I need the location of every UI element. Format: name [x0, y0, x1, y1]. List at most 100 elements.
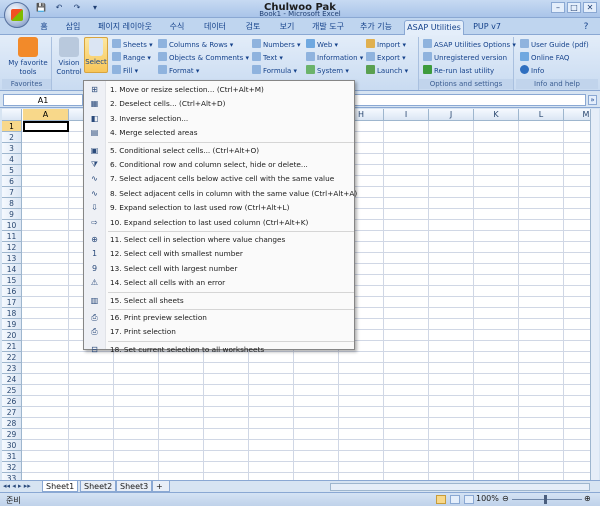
row-header-3[interactable]: 3 [2, 143, 22, 154]
row-header-4[interactable]: 4 [2, 154, 22, 165]
row-header-23[interactable]: 23 [2, 363, 22, 374]
objects-comments-menu[interactable]: Objects & Comments ▾ [158, 52, 249, 63]
columns-rows-menu[interactable]: Columns & Rows ▾ [158, 39, 233, 50]
text-menu[interactable]: Text ▾ [252, 52, 283, 63]
vision-control-button[interactable]: Vision Control [55, 37, 83, 77]
select-button[interactable]: Select [84, 37, 108, 73]
menu-item-4[interactable]: ▤ 4. Merge selected areas [84, 126, 354, 140]
page-layout-view-icon[interactable] [450, 495, 460, 504]
menu-item-7[interactable]: ∿ 7. Select adjacent cells below active c… [84, 172, 354, 186]
zoom-slider[interactable] [512, 499, 582, 500]
row-header-12[interactable]: 12 [2, 242, 22, 253]
insert-sheet-icon[interactable]: + [152, 481, 170, 492]
menu-item-2[interactable]: ▦ 2. Deselect cells... (Ctrl+Alt+D) [84, 97, 354, 111]
sheets-menu[interactable]: Sheets ▾ [112, 39, 153, 50]
column-header-k[interactable]: K [474, 109, 519, 121]
column-header-l[interactable]: L [519, 109, 564, 121]
column-header-a[interactable]: A [23, 109, 69, 121]
tab-insert[interactable]: 삽입 [60, 20, 86, 35]
import-menu[interactable]: Import ▾ [366, 39, 406, 50]
horizontal-scrollbar[interactable] [330, 483, 590, 491]
tab-addins[interactable]: 추가 기능 [356, 20, 396, 35]
expand-formula-icon[interactable]: » [588, 95, 597, 105]
rerun-last-utility-button[interactable]: Re-run last utility [423, 65, 494, 76]
user-guide-button[interactable]: User Guide (pdf) [520, 39, 589, 50]
web-menu[interactable]: Web ▾ [306, 39, 338, 50]
tab-view[interactable]: 보기 [274, 20, 300, 35]
menu-item-11[interactable]: ⊕ 11. Select cell in selection where valu… [84, 233, 354, 247]
menu-item-18[interactable]: ⊟ 18. Set current selection to all worksh… [84, 343, 354, 357]
name-box[interactable]: A1 [3, 94, 83, 106]
tab-pup[interactable]: PUP v7 [470, 20, 504, 35]
column-header-m[interactable]: M [564, 109, 590, 121]
menu-item-1[interactable]: ⊞ 1. Move or resize selection... (Ctrl+Al… [84, 83, 354, 97]
row-header-8[interactable]: 8 [2, 198, 22, 209]
row-header-11[interactable]: 11 [2, 231, 22, 242]
row-header-10[interactable]: 10 [2, 220, 22, 231]
help-icon[interactable]: ? [580, 20, 592, 35]
row-header-21[interactable]: 21 [2, 341, 22, 352]
system-menu[interactable]: System ▾ [306, 65, 349, 76]
close-icon[interactable]: ✕ [583, 2, 597, 13]
row-header-26[interactable]: 26 [2, 396, 22, 407]
vertical-scrollbar[interactable] [590, 109, 599, 480]
row-header-17[interactable]: 17 [2, 297, 22, 308]
menu-item-10[interactable]: ⇨ 10. Expand selection to last used colum… [84, 216, 354, 230]
zoom-slider-thumb[interactable] [544, 495, 547, 504]
tab-data[interactable]: 데이터 [198, 20, 232, 35]
sheet-tab-sheet2[interactable]: Sheet2 [80, 481, 117, 492]
row-header-33[interactable]: 33 [2, 473, 22, 480]
zoom-in-icon[interactable]: ⊕ [584, 494, 591, 503]
zoom-out-icon[interactable]: ⊖ [502, 494, 509, 503]
unregistered-version-button[interactable]: Unregistered version [423, 52, 507, 63]
tab-asap-utilities[interactable]: ASAP Utilities [404, 20, 464, 35]
minimize-icon[interactable]: – [551, 2, 565, 13]
menu-item-13[interactable]: 9 13. Select cell with largest number [84, 262, 354, 276]
menu-item-3[interactable]: ◧ 3. Inverse selection... [84, 112, 354, 126]
row-header-24[interactable]: 24 [2, 374, 22, 385]
row-header-13[interactable]: 13 [2, 253, 22, 264]
format-menu[interactable]: Format ▾ [158, 65, 199, 76]
launch-menu[interactable]: Launch ▾ [366, 65, 408, 76]
export-menu[interactable]: Export ▾ [366, 52, 406, 63]
formula-input[interactable] [350, 94, 586, 106]
menu-item-5[interactable]: ▣ 5. Conditional select cells... (Ctrl+Al… [84, 144, 354, 158]
row-header-20[interactable]: 20 [2, 330, 22, 341]
row-header-9[interactable]: 9 [2, 209, 22, 220]
menu-item-8[interactable]: ∿ 8. Select adjacent cells in column with… [84, 187, 357, 201]
sheet-tab-sheet3[interactable]: Sheet3 [116, 481, 153, 492]
row-header-7[interactable]: 7 [2, 187, 22, 198]
tab-developer[interactable]: 개발 도구 [308, 20, 348, 35]
zoom-level[interactable]: 100% [476, 494, 499, 503]
menu-item-6[interactable]: ⧩ 6. Conditional row and column select, h… [84, 158, 354, 172]
menu-item-16[interactable]: ⎙ 16. Print preview selection [84, 311, 354, 325]
tab-review[interactable]: 검토 [240, 20, 266, 35]
select-all-corner[interactable] [2, 109, 22, 121]
row-header-2[interactable]: 2 [2, 132, 22, 143]
column-header-i[interactable]: I [384, 109, 429, 121]
maximize-icon[interactable]: □ [567, 2, 581, 13]
row-header-19[interactable]: 19 [2, 319, 22, 330]
information-menu[interactable]: Information ▾ [306, 52, 363, 63]
row-header-1[interactable]: 1 [2, 121, 22, 132]
row-header-18[interactable]: 18 [2, 308, 22, 319]
sheet-tab-sheet1[interactable]: Sheet1 [42, 481, 79, 492]
row-header-32[interactable]: 32 [2, 462, 22, 473]
row-header-25[interactable]: 25 [2, 385, 22, 396]
active-cell[interactable] [23, 121, 69, 132]
fill-menu[interactable]: Fill ▾ [112, 65, 138, 76]
row-header-14[interactable]: 14 [2, 264, 22, 275]
row-header-16[interactable]: 16 [2, 286, 22, 297]
row-header-28[interactable]: 28 [2, 418, 22, 429]
tab-home[interactable]: 홈 [34, 20, 54, 35]
tab-formulas[interactable]: 수식 [164, 20, 190, 35]
tab-page-layout[interactable]: 페이지 레이아웃 [94, 20, 156, 35]
formula-menu[interactable]: Formula ▾ [252, 65, 297, 76]
menu-item-15[interactable]: ▥ 15. Select all sheets [84, 294, 354, 308]
column-header-j[interactable]: J [429, 109, 474, 121]
row-header-22[interactable]: 22 [2, 352, 22, 363]
row-header-15[interactable]: 15 [2, 275, 22, 286]
row-header-31[interactable]: 31 [2, 451, 22, 462]
office-button[interactable] [4, 2, 30, 28]
numbers-menu[interactable]: Numbers ▾ [252, 39, 301, 50]
